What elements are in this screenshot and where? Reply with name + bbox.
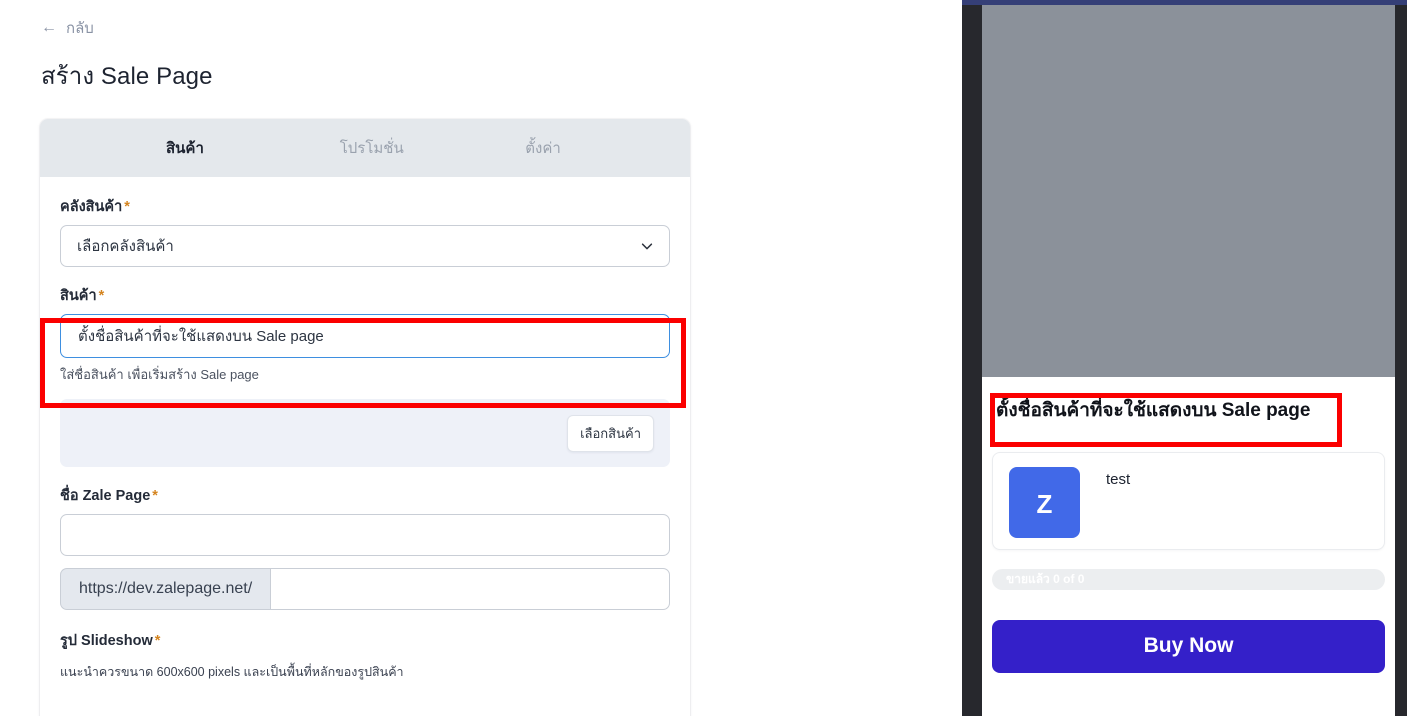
slideshow-required-mark: * bbox=[154, 633, 161, 649]
preview-product-name: test bbox=[1106, 470, 1131, 488]
chevron-down-icon bbox=[641, 243, 653, 250]
warehouse-required-mark: * bbox=[124, 199, 130, 215]
sold-progress-label: ขายแล้ว 0 of 0 bbox=[1006, 571, 1085, 586]
warehouse-select[interactable]: เลือกคลังสินค้า bbox=[60, 225, 670, 267]
form-body: คลังสินค้า* เลือกคลังสินค้า สินค้า* ใส่ช… bbox=[40, 177, 690, 716]
zale-page-url-row: https://dev.zalepage.net/ bbox=[60, 568, 670, 610]
warehouse-label: คลังสินค้า * bbox=[60, 195, 670, 218]
preview-body: ตั้งชื่อสินค้าที่จะใช้แสดงบน Sale page Z… bbox=[982, 377, 1395, 673]
product-label: สินค้า * bbox=[60, 284, 670, 307]
zale-badge-icon: Z bbox=[1009, 466, 1080, 538]
zale-page-url-input[interactable] bbox=[270, 568, 670, 610]
slideshow-note: แนะนำควรขนาด 600x600 pixels และเป็นพื้นท… bbox=[60, 665, 404, 679]
phone-screen: ตั้งชื่อสินค้าที่จะใช้แสดงบน Sale page Z… bbox=[982, 5, 1395, 716]
product-picker-panel: เลือกสินค้า bbox=[60, 399, 670, 467]
slideshow-label-text: รูป Slideshow bbox=[60, 633, 153, 649]
arrow-left-icon: ← bbox=[41, 19, 57, 36]
sold-progress-bar: ขายแล้ว 0 of 0 bbox=[992, 568, 1385, 590]
preview-product-card[interactable]: Z test bbox=[992, 451, 1385, 550]
sale-page-form-card: สินค้า โปรโมชั่น ตั้งค่า คลังสินค้า * เลื… bbox=[40, 119, 690, 716]
zale-page-name-label: ชื่อ Zale Page * bbox=[60, 484, 670, 507]
zale-page-name-required-mark: * bbox=[152, 488, 158, 504]
product-helper-text: ใส่ชื่อสินค้า เพื่อเริ่มสร้าง Sale page bbox=[60, 367, 259, 382]
zale-page-name-label-text: ชื่อ Zale Page bbox=[60, 488, 151, 504]
slideshow-label: รูป Slideshow * bbox=[60, 629, 670, 652]
preview-pane: ตั้งชื่อสินค้าที่จะใช้แสดงบน Sale page Z… bbox=[962, 0, 1407, 716]
tab-products[interactable]: สินค้า bbox=[158, 119, 332, 177]
warehouse-select-value: เลือกคลังสินค้า bbox=[77, 238, 174, 255]
warehouse-label-text: คลังสินค้า bbox=[60, 199, 123, 215]
tab-promotions-label: โปรโมชั่น bbox=[339, 140, 404, 157]
preview-product-title: ตั้งชื่อสินค้าที่จะใช้แสดงบน Sale page bbox=[996, 400, 1311, 421]
buy-now-button[interactable]: Buy Now bbox=[992, 619, 1385, 673]
tab-settings[interactable]: ตั้งค่า bbox=[517, 119, 690, 177]
select-product-button[interactable]: เลือกสินค้า bbox=[567, 414, 654, 452]
back-link-label: กลับ bbox=[66, 19, 94, 37]
page-title: สร้าง Sale Page bbox=[41, 63, 213, 90]
tab-products-label: สินค้า bbox=[166, 140, 204, 157]
product-required-mark: * bbox=[98, 288, 105, 304]
zale-page-url-prefix: https://dev.zalepage.net/ bbox=[60, 568, 271, 610]
back-link[interactable]: ← กลับ bbox=[41, 20, 94, 36]
product-label-text: สินค้า bbox=[60, 288, 97, 304]
editor-pane: ← กลับ สร้าง Sale Page สินค้า โปรโมชั่น … bbox=[0, 0, 962, 716]
zale-page-name-input[interactable] bbox=[60, 514, 670, 556]
product-name-input[interactable] bbox=[60, 314, 670, 358]
tab-promotions[interactable]: โปรโมชั่น bbox=[332, 119, 518, 177]
app-root: ← กลับ สร้าง Sale Page สินค้า โปรโมชั่น … bbox=[0, 0, 1407, 716]
tab-bar: สินค้า โปรโมชั่น ตั้งค่า bbox=[40, 119, 690, 177]
tab-settings-label: ตั้งค่า bbox=[525, 140, 561, 157]
product-image-placeholder bbox=[982, 5, 1395, 377]
